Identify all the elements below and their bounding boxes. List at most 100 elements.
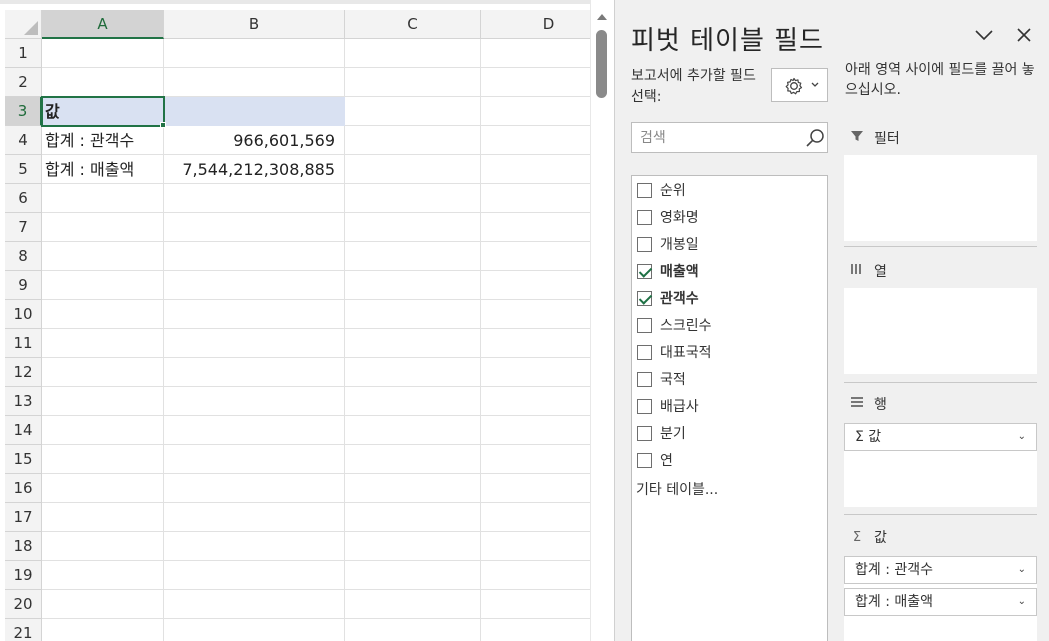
checkbox[interactable] [637,425,652,441]
columns-icon [848,262,866,280]
checkbox[interactable] [637,209,652,225]
row-header-7[interactable]: 7 [5,213,42,242]
rows-area-label: 행 [874,397,887,413]
row-header-1[interactable]: 1 [5,39,42,68]
chip-label: 합계 : 매출액 [855,594,934,610]
field-item-label: 스크린수 [660,318,712,334]
row-header-16[interactable]: 16 [5,474,42,503]
field-item-label: 국적 [660,372,686,388]
chevron-down-icon[interactable]: ⌄ [1018,557,1026,583]
row-gridline [42,531,590,532]
search-icon[interactable] [804,127,826,149]
row-gridline [42,473,590,474]
field-item-label: 관객수 [660,291,699,307]
row-gridline [42,241,590,242]
row-header-5[interactable]: 5 [5,155,42,184]
chevron-down-icon[interactable]: ⌄ [1018,589,1026,615]
scrollbar-thumb[interactable] [596,30,607,98]
pivot-table-fields-pane: 피벗 테이블 필드 보고서에 추가할 필드 선택: 순위영화명개봉일매출액관객수… [614,0,1049,641]
filter-drop-zone[interactable] [844,155,1037,241]
row-header-15[interactable]: 15 [5,445,42,474]
row-header-11[interactable]: 11 [5,329,42,358]
row-header-3[interactable]: 3 [5,97,42,126]
chip-label: Σ 값 [855,429,882,445]
row-header-6[interactable]: 6 [5,184,42,213]
column-header-b[interactable]: B [164,10,345,39]
field-item[interactable]: 연 [637,448,822,472]
checkbox[interactable] [637,317,652,333]
row-header-12[interactable]: 12 [5,358,42,387]
filter-area-label: 필터 [874,131,900,147]
search-input[interactable] [632,123,802,152]
field-item[interactable]: 배급사 [637,394,822,418]
values-chip-audience[interactable]: 합계 : 관객수 ⌄ [844,556,1037,584]
values-area-label: 값 [874,530,887,546]
vertical-scrollbar[interactable] [590,0,614,641]
choose-fields-label: 보고서에 추가할 필드 선택: [631,68,756,105]
row-header-19[interactable]: 19 [5,561,42,590]
tools-button[interactable] [771,68,828,102]
field-item[interactable]: 개봉일 [637,232,822,256]
columns-drop-zone[interactable] [844,288,1037,374]
close-icon[interactable] [1013,24,1035,46]
row-header-21[interactable]: 21 [5,619,42,641]
sigma-icon: Σ [852,529,862,545]
field-item[interactable]: 영화명 [637,205,822,229]
row-gridline [42,328,590,329]
row-header-10[interactable]: 10 [5,300,42,329]
scroll-up-icon[interactable] [597,14,607,20]
checkbox[interactable] [637,236,652,252]
chevron-down-icon[interactable] [973,24,995,46]
field-item[interactable]: 스크린수 [637,313,822,337]
row-gridline [42,357,590,358]
field-item[interactable]: 대표국적 [637,340,822,364]
row-header-4[interactable]: 4 [5,126,42,155]
checkbox[interactable] [637,371,652,387]
row-gridline [42,67,590,68]
row-header-14[interactable]: 14 [5,416,42,445]
checkbox[interactable] [637,398,652,414]
field-item[interactable]: 분기 [637,421,822,445]
chevron-down-icon[interactable]: ⌄ [1018,424,1026,450]
checkbox[interactable] [637,344,652,360]
field-item[interactable]: 순위 [637,178,822,202]
values-chip-sales[interactable]: 합계 : 매출액 ⌄ [844,588,1037,616]
cell-b5[interactable]: 7,544,212,308,885 [164,155,345,184]
column-header-a[interactable]: A [42,10,164,39]
row-gridline [42,299,590,300]
checkbox-checked[interactable] [637,290,652,306]
chevron-down-icon [811,82,819,87]
row-gridline [42,618,590,619]
cell-a4[interactable]: 합계 : 관객수 [42,126,164,155]
rows-values-chip[interactable]: Σ 값 ⌄ [844,423,1037,451]
row-header-17[interactable]: 17 [5,503,42,532]
checkbox-checked[interactable] [637,263,652,279]
field-item[interactable]: 국적 [637,367,822,391]
cell-a5[interactable]: 합계 : 매출액 [42,155,164,184]
field-item-label: 연 [660,453,673,469]
column-header-d[interactable]: D [481,10,590,39]
column-header-c[interactable]: C [345,10,481,39]
cell-a3[interactable]: 값 [42,97,164,126]
field-item[interactable]: 매출액 [637,259,822,283]
field-item-label: 배급사 [660,399,699,415]
field-list: 순위영화명개봉일매출액관객수스크린수대표국적국적배급사분기연 기타 테이블... [631,175,828,641]
cell-b4[interactable]: 966,601,569 [164,126,345,155]
row-header-20[interactable]: 20 [5,590,42,619]
field-item[interactable]: 관객수 [637,286,822,310]
drag-hint-text: 아래 영역 사이에 필드를 끌어 놓으십시오. [845,62,1035,98]
select-all-corner[interactable] [5,10,42,39]
more-tables-link[interactable]: 기타 테이블... [636,479,718,499]
worksheet-grid[interactable]: A B C D 1 2 3 4 5 6 7 8 9 10 11 12 13 14 15 16 17 18 19 20 2… [0,0,590,641]
row-header-8[interactable]: 8 [5,242,42,271]
field-search-box[interactable] [631,122,828,153]
row-header-13[interactable]: 13 [5,387,42,416]
checkbox[interactable] [637,452,652,468]
chip-label: 합계 : 관객수 [855,562,934,578]
row-header-2[interactable]: 2 [5,68,42,97]
cell-b3-highlight[interactable] [164,97,345,126]
row-header-18[interactable]: 18 [5,532,42,561]
row-header-9[interactable]: 9 [5,271,42,300]
field-item-label: 순위 [660,183,686,199]
checkbox[interactable] [637,182,652,198]
